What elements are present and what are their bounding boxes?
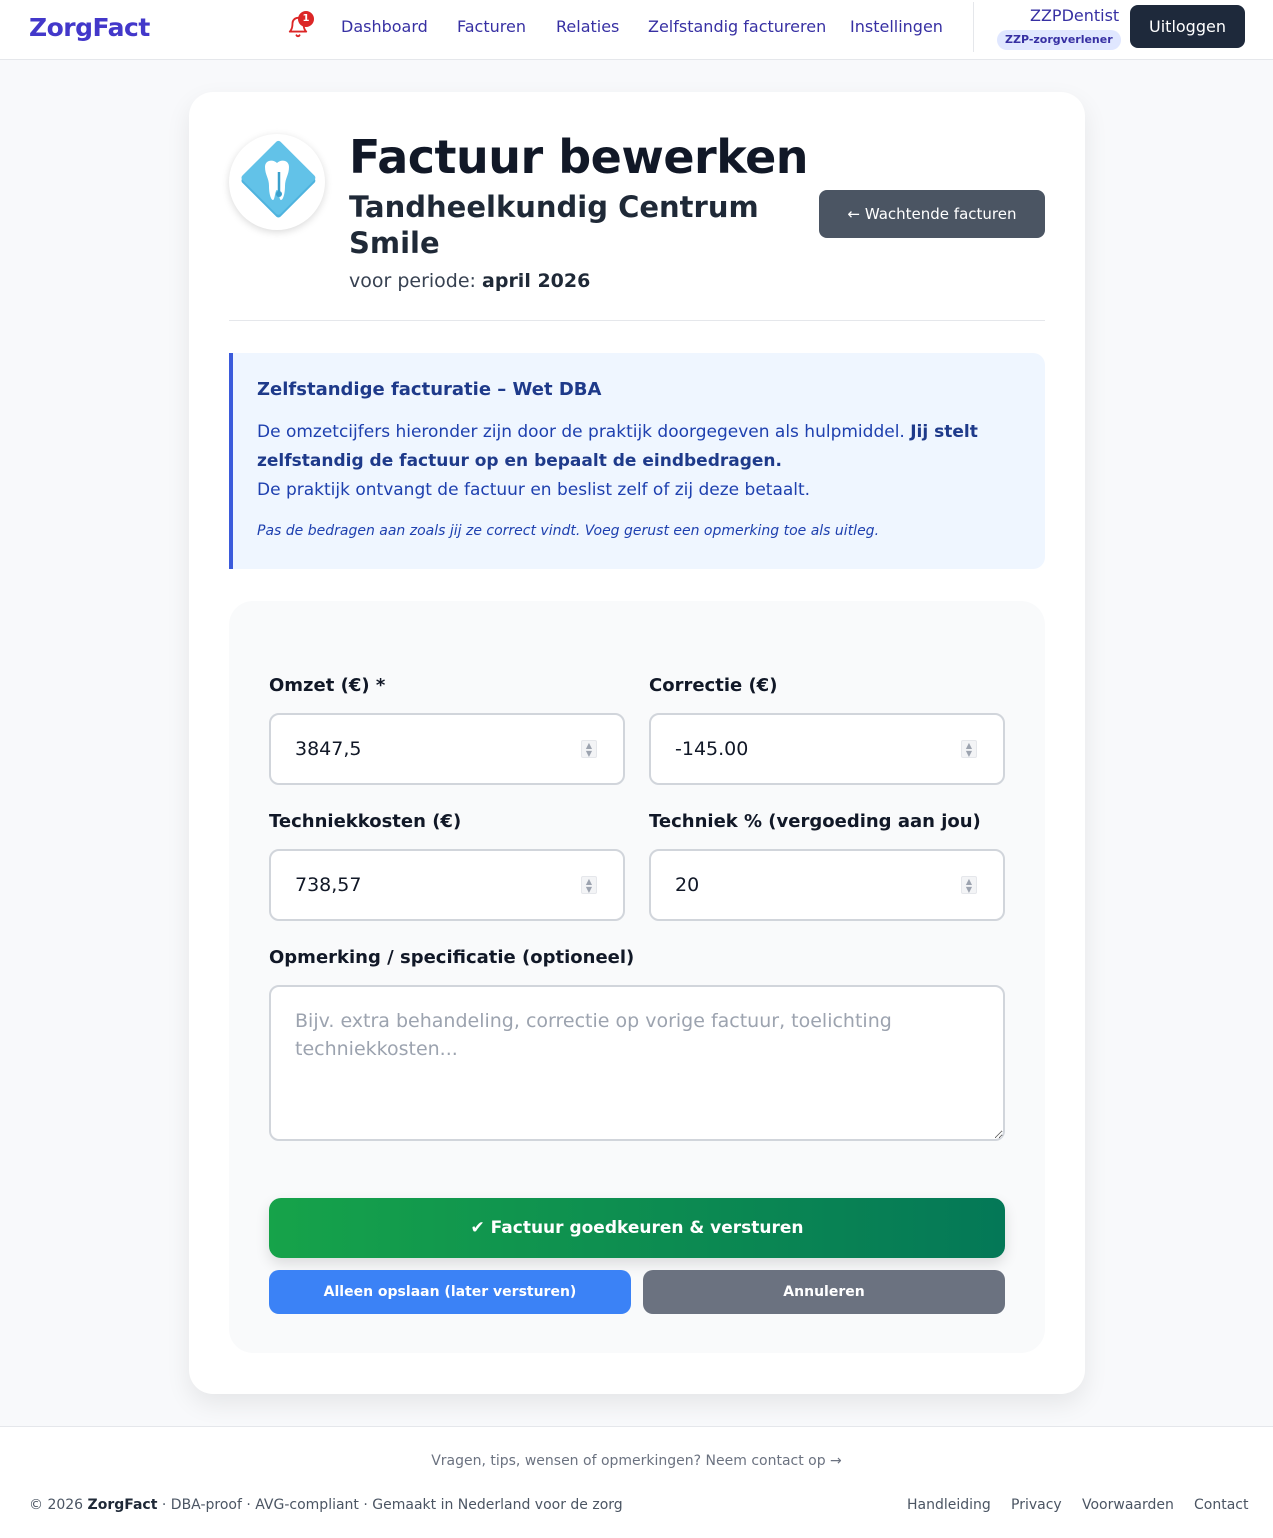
footer-link-handleiding[interactable]: Handleiding: [907, 1497, 991, 1513]
practice-name: Tandheelkundig Centrum Smile: [349, 190, 759, 260]
omzet-spinner-icon[interactable]: ▲ ▼: [581, 740, 597, 758]
info-body: De omzetcijfers hieronder zijn door de p…: [257, 418, 1017, 505]
techniekkosten-spinner-icon[interactable]: ▲ ▼: [581, 876, 597, 894]
footer-link-contact[interactable]: Contact: [1194, 1497, 1248, 1513]
logout-button[interactable]: Uitloggen: [1130, 5, 1245, 48]
correctie-spinner-icon[interactable]: ▲ ▼: [961, 740, 977, 758]
nav-dashboard[interactable]: Dashboard: [341, 17, 428, 36]
header-divider: [229, 320, 1045, 321]
invoice-form: Omzet (€) * ▲▼ Correctie (€) ▲▼ Techniek…: [229, 601, 1045, 1353]
nav-zelfstandig-factureren[interactable]: Zelfstandig factureren: [648, 17, 826, 36]
footer-contact-link[interactable]: Vragen, tips, wensen of opmerkingen? Nee…: [0, 1453, 1273, 1469]
techniek-pct-spinner-icon[interactable]: ▲ ▼: [961, 876, 977, 894]
approve-send-button[interactable]: ✔ Factuur goedkeuren & versturen: [269, 1198, 1005, 1258]
nav-relaties[interactable]: Relaties: [556, 17, 619, 36]
footer: Vragen, tips, wensen of opmerkingen? Nee…: [0, 1426, 1273, 1538]
tooth-logo-icon: [241, 140, 316, 218]
nav-facturen[interactable]: Facturen: [457, 17, 526, 36]
info-note: Pas de bedragen aan zoals jij ze correct…: [257, 523, 880, 539]
footer-link-voorwaarden[interactable]: Voorwaarden: [1082, 1497, 1174, 1513]
footer-copyright: © 2026 ZorgFact · DBA-proof · AVG-compli…: [29, 1497, 623, 1513]
techniek-pct-label: Techniek % (vergoeding aan jou): [649, 811, 981, 832]
practice-logo: [229, 134, 325, 230]
back-to-pending-button[interactable]: ← Wachtende facturen: [819, 190, 1045, 238]
cancel-button[interactable]: Annuleren: [643, 1270, 1005, 1314]
user-name[interactable]: ZZPDentist: [1030, 6, 1119, 25]
save-only-button[interactable]: Alleen opslaan (later versturen): [269, 1270, 631, 1314]
invoice-period: voor periode: april 2026: [349, 270, 590, 292]
brand-logo[interactable]: ZorgFact: [29, 13, 150, 42]
page-title: Factuur bewerken: [349, 130, 809, 184]
info-line2: De praktijk ontvangt de factuur en besli…: [257, 480, 811, 500]
techniek-pct-input[interactable]: [649, 849, 1005, 921]
invoice-edit-card: Factuur bewerken Tandheelkundig Centrum …: [189, 92, 1085, 1394]
top-navbar: ZorgFact 1 Dashboard Facturen Relaties Z…: [0, 0, 1273, 60]
copy-brand: ZorgFact: [87, 1497, 158, 1513]
correctie-input[interactable]: [649, 713, 1005, 785]
footer-link-privacy[interactable]: Privacy: [1011, 1497, 1062, 1513]
omzet-label: Omzet (€) *: [269, 675, 386, 696]
nav-divider: [973, 2, 974, 52]
notification-badge: 1: [298, 11, 314, 27]
info-line1: De omzetcijfers hieronder zijn door de p…: [257, 422, 905, 442]
opmerking-label: Opmerking / specificatie (optioneel): [269, 947, 635, 968]
user-role-badge: ZZP-zorgverlener: [997, 30, 1121, 50]
techniekkosten-input[interactable]: [269, 849, 625, 921]
omzet-input[interactable]: [269, 713, 625, 785]
nav-instellingen[interactable]: Instellingen: [850, 17, 943, 36]
copy-prefix: © 2026: [29, 1497, 84, 1513]
opmerking-textarea[interactable]: [269, 985, 1005, 1141]
info-title: Zelfstandige facturatie – Wet DBA: [257, 379, 602, 400]
dba-info-box: Zelfstandige facturatie – Wet DBA De omz…: [229, 353, 1045, 569]
copy-suffix: · DBA-proof · AVG-compliant · Gemaakt in…: [161, 1497, 623, 1513]
correctie-label: Correctie (€): [649, 675, 778, 696]
period-value: april 2026: [482, 270, 591, 292]
period-prefix: voor periode:: [349, 270, 476, 292]
techniekkosten-label: Techniekkosten (€): [269, 811, 462, 832]
